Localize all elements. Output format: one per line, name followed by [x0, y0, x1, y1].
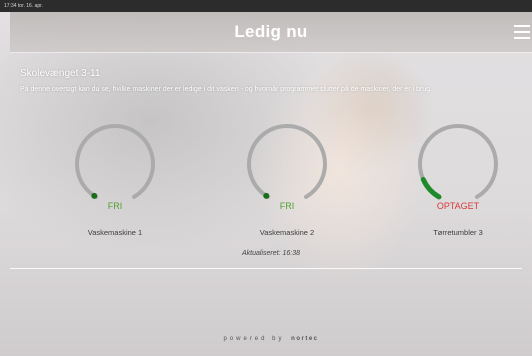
description-text: På denne oversigt kan du se, hvilke mask… [20, 86, 433, 93]
machine-name: Vaskemaskine 2 [259, 228, 315, 237]
powered-by-text: powered by [223, 336, 285, 342]
machine-status: OPTAGET [436, 201, 480, 211]
gauge-ring [75, 124, 155, 199]
device-status-text: 17:34 tor. 16. apr. [4, 3, 43, 9]
page-title: Ledig nu [234, 22, 308, 41]
app-header: Ledig nu [10, 12, 532, 53]
machine-name: Tørretumbler 3 [433, 228, 483, 237]
location-title: Skolevænget 3-11 [20, 68, 101, 79]
divider [10, 268, 522, 269]
gauge-ring [418, 124, 498, 200]
gauge-ring [247, 124, 327, 199]
machine-gauge-2[interactable]: FRI Vaskemaskine 2 [222, 119, 352, 244]
last-updated: Aktualiseret: 16:38 [242, 250, 300, 257]
powered-by-footer: powered by nortec [10, 336, 532, 342]
device-status-bar: 17:34 tor. 16. apr. [0, 0, 532, 12]
machine-gauge-1[interactable]: FRI Vaskemaskine 1 [50, 119, 180, 244]
hamburger-icon[interactable] [514, 25, 530, 39]
machine-status: FRI [279, 201, 295, 211]
machine-status: FRI [107, 201, 123, 211]
main-content: Skolevænget 3-11 På denne oversigt kan d… [10, 53, 532, 356]
machine-gauge-3[interactable]: OPTAGET Tørretumbler 3 [393, 119, 523, 244]
nortec-logo: nortec [291, 336, 319, 342]
machine-name: Vaskemaskine 1 [87, 228, 143, 237]
